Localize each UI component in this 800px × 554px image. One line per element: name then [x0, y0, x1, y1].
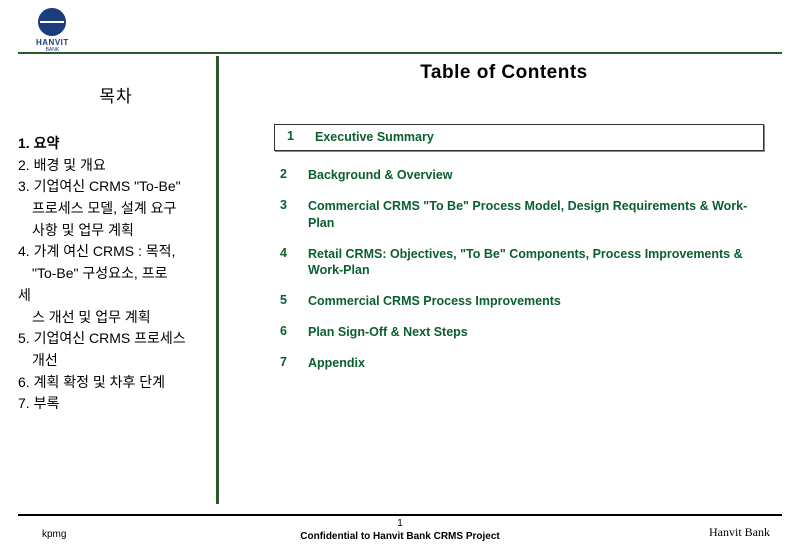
toc-row: 2Background & Overview	[274, 167, 764, 184]
left-toc-item: 4. 가계 여신 CRMS : 목적,	[18, 241, 214, 263]
toc-number: 6	[274, 324, 308, 341]
left-toc-item: 프로세스 모델, 설계 요구	[18, 198, 214, 220]
toc-text: Commercial CRMS "To Be" Process Model, D…	[308, 198, 764, 232]
left-toc-item: 사항 및 업무 계획	[18, 220, 214, 242]
left-toc-item: 6. 계획 확정 및 차후 단계	[18, 372, 214, 394]
toc-number: 1	[281, 129, 315, 146]
footer-right: Hanvit Bank	[709, 525, 770, 540]
footer: kpmg 1 Confidential to Hanvit Bank CRMS …	[18, 520, 782, 544]
logo-icon	[38, 8, 66, 36]
toc-row: 4Retail CRMS: Objectives, "To Be" Compon…	[274, 246, 764, 280]
main-title: Table of Contents	[226, 62, 782, 84]
toc-row: 1Executive Summary	[274, 124, 764, 151]
toc-row: 7Appendix	[274, 355, 764, 372]
toc-text: Appendix	[308, 355, 764, 372]
toc-number: 2	[274, 167, 308, 184]
brand-logo: HANVIT BANK	[36, 8, 69, 53]
left-toc-item: 3. 기업여신 CRMS "To-Be"	[18, 176, 214, 198]
footer-left: kpmg	[42, 529, 66, 540]
page-number: 1	[300, 518, 499, 529]
left-toc-item: 스 개선 및 업무 계획	[18, 307, 214, 329]
left-toc-item: "To-Be" 구성요소, 프로	[18, 263, 214, 285]
left-toc-item: 1. 요약	[18, 133, 214, 155]
right-column: Table of Contents 1Executive Summary 2Bac…	[226, 62, 782, 386]
confidential-label: Confidential to Hanvit Bank CRMS Project	[300, 531, 499, 542]
footer-center: 1 Confidential to Hanvit Bank CRMS Proje…	[300, 518, 499, 542]
toc-row: 5Commercial CRMS Process Improvements	[274, 293, 764, 310]
toc-row: 3Commercial CRMS "To Be" Process Model, …	[274, 198, 764, 232]
toc-number: 7	[274, 355, 308, 372]
left-column: 목차 1. 요약2. 배경 및 개요3. 기업여신 CRMS "To-Be"프로…	[18, 62, 214, 502]
bottom-divider	[18, 514, 782, 516]
toc-list: 1Executive Summary 2Background & Overview…	[274, 124, 764, 372]
toc-text: Retail CRMS: Objectives, "To Be" Compone…	[308, 246, 764, 280]
left-toc-list: 1. 요약2. 배경 및 개요3. 기업여신 CRMS "To-Be"프로세스 …	[18, 133, 214, 415]
left-toc-item: 2. 배경 및 개요	[18, 155, 214, 177]
toc-text: Background & Overview	[308, 167, 764, 184]
toc-text: Commercial CRMS Process Improvements	[308, 293, 764, 310]
left-title: 목차	[18, 82, 214, 107]
toc-row: 6Plan Sign-Off & Next Steps	[274, 324, 764, 341]
left-toc-item: 개선	[18, 350, 214, 372]
left-toc-item: 7. 부록	[18, 393, 214, 415]
left-toc-item: 5. 기업여신 CRMS 프로세스	[18, 328, 214, 350]
vertical-divider	[216, 56, 219, 504]
toc-number: 5	[274, 293, 308, 310]
logo-name: HANVIT	[36, 38, 69, 47]
toc-number: 4	[274, 246, 308, 280]
left-toc-item: 세	[18, 285, 214, 307]
toc-number: 3	[274, 198, 308, 232]
top-divider	[18, 52, 782, 54]
toc-text: Executive Summary	[315, 129, 757, 146]
toc-text: Plan Sign-Off & Next Steps	[308, 324, 764, 341]
